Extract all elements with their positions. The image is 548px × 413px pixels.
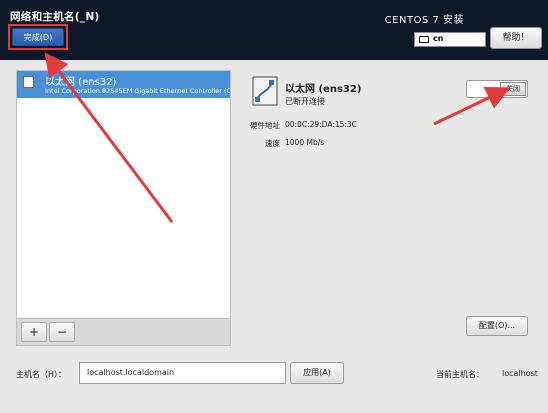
apply-button[interactable]: 应用(A) <box>290 362 344 384</box>
device-toggle-label: 关闭 <box>500 82 526 96</box>
current-hostname-value: localhost <box>502 369 538 378</box>
page-title: 网络和主机名(_N) <box>10 11 100 23</box>
current-hostname-label: 当前主机名： <box>436 370 484 379</box>
connection-item-ens32[interactable]: 以太网 (ens32) Intel Corporation 82545EM Gi… <box>17 71 230 98</box>
ethernet-cable-icon <box>252 76 278 106</box>
keyboard-icon <box>419 36 429 43</box>
speed-label: 速度 <box>265 139 280 148</box>
speed-value: 1000 Mb/s <box>285 138 325 147</box>
add-connection-button[interactable]: + <box>21 322 47 342</box>
done-button-highlight: 完成(D) <box>8 24 68 50</box>
device-toggle-switch[interactable]: 关闭 <box>466 80 528 98</box>
done-button[interactable]: 完成(D) <box>12 28 64 46</box>
connection-list-toolbar: + − <box>16 318 231 346</box>
device-status: 已断开连接 <box>285 97 325 106</box>
device-name: 以太网 (ens32) <box>285 84 362 95</box>
keyboard-layout-label: cn <box>433 34 444 43</box>
keyboard-layout-indicator[interactable]: cn <box>414 32 486 47</box>
configure-button[interactable]: 配置(O)... <box>466 316 528 336</box>
top-bar: 网络和主机名(_N) 完成(D) CENTOS 7 安装 cn 帮助！ <box>0 0 548 60</box>
connection-name: 以太网 (ens32) <box>45 77 117 88</box>
hostname-input[interactable]: localhost.localdomain <box>79 362 286 384</box>
hardware-address-value: 00:0C:29:DA:15:3C <box>285 120 357 129</box>
product-title: CENTOS 7 安装 <box>384 15 464 26</box>
hostname-label: 主机名（H）： <box>16 370 67 379</box>
remove-connection-button[interactable]: − <box>49 322 75 342</box>
connection-list: 以太网 (ens32) Intel Corporation 82545EM Gi… <box>16 70 231 345</box>
ethernet-icon <box>23 76 34 88</box>
hardware-address-label: 硬件地址 <box>250 121 280 130</box>
help-button[interactable]: 帮助！ <box>490 27 542 49</box>
connection-description: Intel Corporation 82545EM Gigabit Ethern… <box>45 87 230 95</box>
